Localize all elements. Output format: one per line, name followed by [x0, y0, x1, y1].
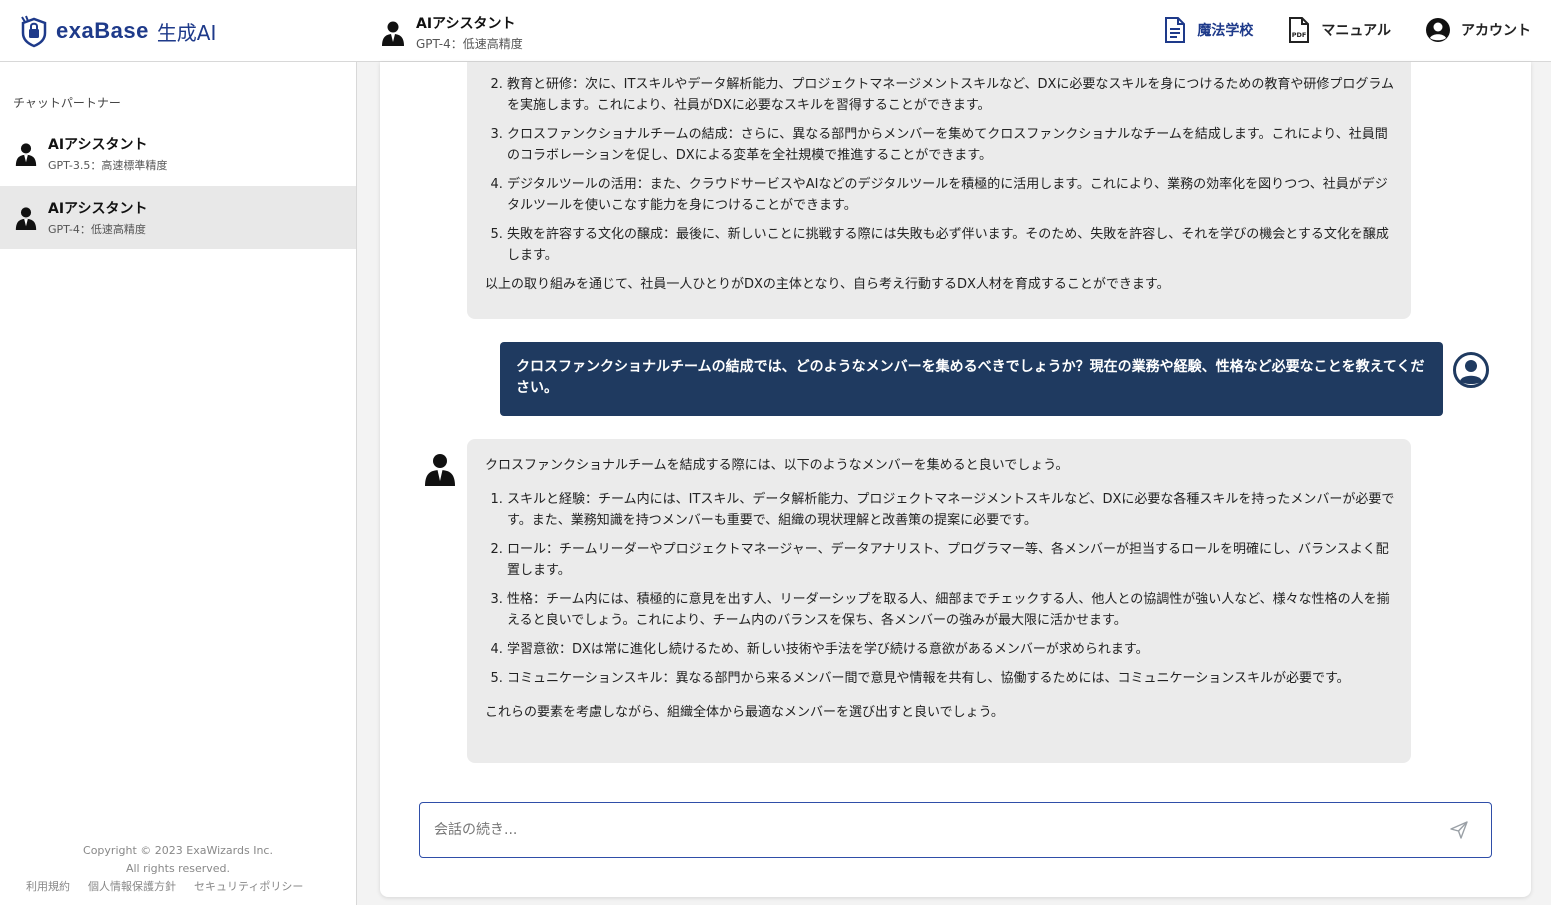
security-policy-link[interactable]: セキュリティポリシー	[194, 878, 303, 894]
account-icon	[1426, 18, 1450, 42]
nav-manual[interactable]: PDF マニュアル	[1287, 16, 1391, 44]
list-item: 性格：チーム内には、積極的に意見を出す人、リーダーシップを取る人、細部までチェッ…	[507, 589, 1411, 631]
partner-name: AIアシスタント	[48, 201, 148, 217]
message-input-box	[419, 802, 1492, 858]
brand-logo[interactable]: exaBase 生成AI	[18, 13, 216, 49]
app-header: exaBase 生成AI AIアシスタント GPT-4：低速高精度 魔法学校 P…	[0, 0, 1551, 62]
prev-answer-closing: 以上の取り組みを通じて、社員一人ひとりがDXの主体となり、自ら考え行動するDX人…	[485, 277, 1170, 292]
brand-name: exaBase	[56, 18, 149, 43]
list-item: クロスファンクショナルチームの結成：さらに、異なる部門からメンバーを集めてクロス…	[507, 124, 1411, 166]
footer-links: 利用規約 個人情報保護方針 セキュリティポリシー	[26, 878, 321, 894]
copyright-text: Copyright © 2023 ExaWizards Inc.	[83, 844, 273, 857]
user-avatar-icon	[1453, 352, 1489, 388]
ai-message-previous: 教育と研修：次に、ITスキルやデータ解析能力、プロジェクトマネージメントスキルな…	[467, 62, 1411, 319]
ai-message-answer: クロスファンクショナルチームを結成する際には、以下のようなメンバーを集めると良い…	[467, 439, 1411, 763]
answer-intro: クロスファンクショナルチームを結成する際には、以下のようなメンバーを集めると良い…	[485, 458, 1069, 473]
privacy-link[interactable]: 個人情報保護方針	[88, 878, 176, 894]
sidebar: チャットパートナー AIアシスタント GPT-3.5：高速標準精度 AIアシスタ…	[0, 62, 357, 905]
partner-model: GPT-3.5：高速標準精度	[48, 159, 168, 172]
list-item: 教育と研修：次に、ITスキルやデータ解析能力、プロジェクトマネージメントスキルな…	[507, 74, 1411, 116]
businessman-icon	[15, 206, 37, 230]
nav-manual-label: マニュアル	[1321, 23, 1391, 39]
user-message: クロスファンクショナルチームの結成では、どのようなメンバーを集めるべきでしょうか…	[500, 342, 1443, 416]
brand-subtitle: 生成AI	[156, 20, 217, 45]
list-item: 学習意欲：DXは常に進化し続けるため、新しい技術や手法を学び続ける意欲があるメン…	[507, 639, 1411, 660]
list-item: 失敗を許容する文化の醸成：最後に、新しいことに挑戦する際には失敗も必ず伴います。…	[507, 224, 1411, 266]
list-item: ロール：チームリーダーやプロジェクトマネージャー、データアナリスト、プログラマー…	[507, 539, 1411, 581]
document-icon	[1165, 17, 1186, 43]
prev-answer-list: 教育と研修：次に、ITスキルやデータ解析能力、プロジェクトマネージメントスキルな…	[467, 74, 1411, 266]
send-icon[interactable]	[1449, 820, 1469, 840]
answer-closing: これらの要素を考慮しながら、組織全体から最適なメンバーを選び出すと良いでしょう。	[485, 705, 1004, 720]
nav-account[interactable]: アカウント	[1425, 17, 1531, 43]
shield-logo-icon	[21, 15, 47, 48]
businessman-icon	[382, 21, 404, 46]
pdf-icon: PDF	[1289, 17, 1310, 43]
message-input[interactable]	[434, 817, 1414, 843]
list-item: デジタルツールの活用：また、クラウドサービスやAIなどのデジタルツールを積極的に…	[507, 174, 1411, 216]
agent-model: GPT-4：低速高精度	[416, 37, 523, 51]
partner-model: GPT-4：低速高精度	[48, 223, 146, 236]
sidebar-footer: Copyright © 2023 ExaWizards Inc. All rig…	[0, 842, 356, 878]
header-nav: 魔法学校 PDF マニュアル アカウント	[1129, 16, 1531, 44]
partner-name: AIアシスタント	[48, 137, 148, 153]
nav-magic-school[interactable]: 魔法学校	[1163, 16, 1253, 44]
sidebar-heading: チャットパートナー	[13, 96, 121, 110]
current-agent: AIアシスタント GPT-4：低速高精度	[380, 13, 523, 52]
ai-avatar-icon	[425, 454, 455, 486]
list-item: コミュニケーションスキル：異なる部門から来るメンバー間で意見や情報を共有し、協働…	[507, 668, 1411, 689]
terms-link[interactable]: 利用規約	[26, 878, 70, 894]
agent-name: AIアシスタント	[416, 16, 516, 32]
answer-list: スキルと経験：チーム内には、ITスキル、データ解析能力、プロジェクトマネージメン…	[467, 489, 1411, 689]
list-item: スキルと経験：チーム内には、ITスキル、データ解析能力、プロジェクトマネージメン…	[507, 489, 1411, 531]
businessman-icon	[15, 142, 37, 166]
svg-text:PDF: PDF	[1292, 31, 1307, 39]
nav-account-label: アカウント	[1461, 23, 1531, 39]
partner-item-gpt35[interactable]: AIアシスタント GPT-3.5：高速標準精度	[0, 122, 356, 185]
nav-magic-school-label: 魔法学校	[1197, 23, 1254, 39]
chat-panel: 教育と研修：次に、ITスキルやデータ解析能力、プロジェクトマネージメントスキルな…	[380, 62, 1531, 897]
partner-item-gpt4[interactable]: AIアシスタント GPT-4：低速高精度	[0, 186, 356, 249]
rights-text: All rights reserved.	[125, 862, 231, 875]
